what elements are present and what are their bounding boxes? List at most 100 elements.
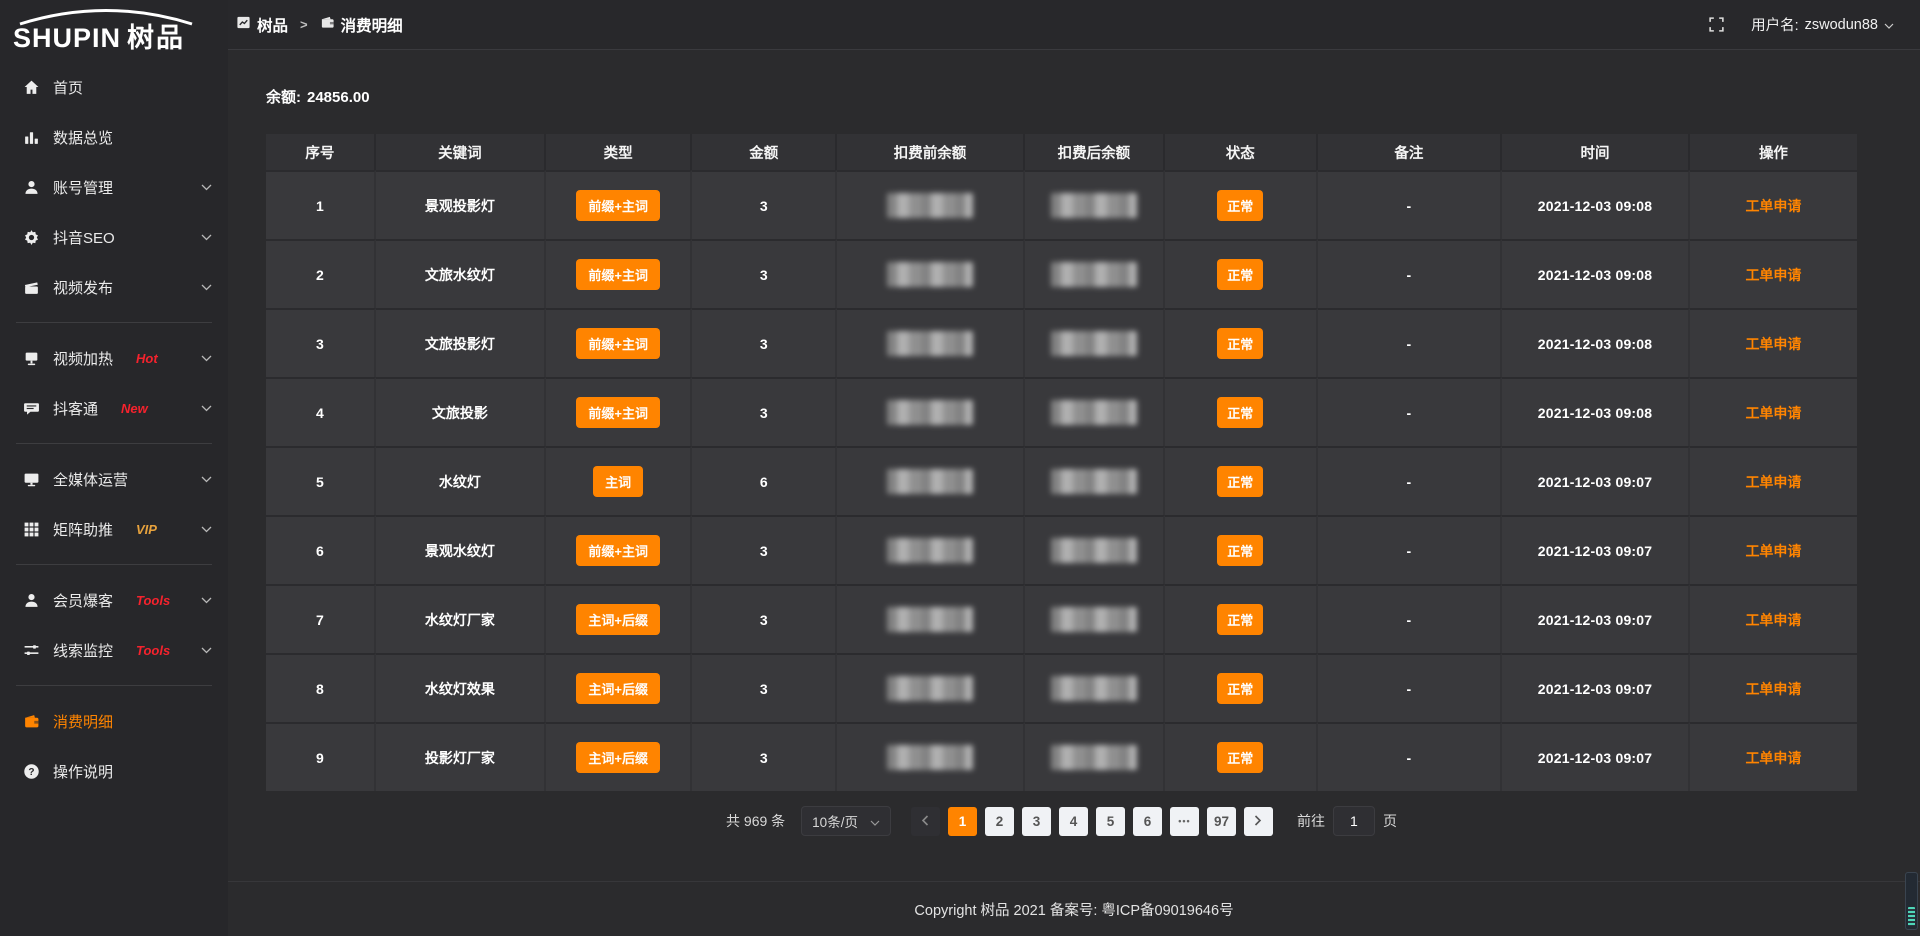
work-order-link[interactable]: 工单申请 [1745, 681, 1801, 697]
sidebar-item-consumption-detail[interactable]: 消费明细 [0, 696, 228, 746]
cell-balance-before [837, 515, 1025, 584]
page-button-3[interactable]: 3 [1022, 807, 1051, 836]
cell-balance-before [837, 446, 1025, 515]
cell-remark: - [1318, 584, 1503, 653]
sidebar-item-account-management[interactable]: 账号管理 [0, 162, 228, 212]
cell-remark: - [1318, 377, 1503, 446]
page-button-5[interactable]: 5 [1096, 807, 1125, 836]
cell-amount: 3 [692, 170, 837, 239]
sidebar-item-instructions[interactable]: ? 操作说明 [0, 746, 228, 796]
sidebar-item-matrix-boost[interactable]: 矩阵助推 VIP [0, 504, 228, 554]
sidebar-item-label: 操作说明 [53, 761, 113, 782]
next-page-button[interactable] [1244, 807, 1273, 836]
hot-badge: Hot [136, 351, 158, 366]
chevron-down-icon [201, 284, 212, 291]
type-badge: 主词+后缀 [576, 673, 660, 704]
breadcrumb-item-shupin[interactable]: 树品 [236, 14, 288, 36]
page-ellipsis-button[interactable]: ••• [1170, 807, 1199, 836]
breadcrumb: 树品 > 消费明细 [236, 14, 403, 36]
masked-balance-before [887, 469, 973, 494]
page-button-4[interactable]: 4 [1059, 807, 1088, 836]
sidebar-divider [16, 322, 212, 323]
masked-balance-before [887, 676, 973, 701]
cell-action: 工单申请 [1690, 653, 1857, 722]
cell-keyword: 文旅水纹灯 [376, 239, 546, 308]
sidebar-item-data-overview[interactable]: 数据总览 [0, 112, 228, 162]
pagination-total: 共 969 条 [726, 811, 785, 831]
cell-action: 工单申请 [1690, 239, 1857, 308]
brand-logo[interactable]: SHUPIN树品 [0, 0, 228, 62]
type-badge: 主词+后缀 [576, 604, 660, 635]
home-icon [22, 79, 40, 96]
cell-balance-before [837, 170, 1025, 239]
topbar: 树品 > 消费明细 用户名: zswodun88 [228, 0, 1920, 50]
cell-type: 主词+后缀 [546, 722, 692, 791]
sidebar: SHUPIN树品 首页 数据总览 账号管理 抖音SEO [0, 0, 228, 936]
page-button-6[interactable]: 6 [1133, 807, 1162, 836]
wallet-icon [22, 713, 40, 730]
work-order-link[interactable]: 工单申请 [1745, 612, 1801, 628]
goto-page-input[interactable] [1333, 806, 1375, 836]
sidebar-item-video-publish[interactable]: 视频发布 [0, 262, 228, 312]
cell-type: 前缀+主词 [546, 515, 692, 584]
work-order-link[interactable]: 工单申请 [1745, 405, 1801, 421]
status-badge: 正常 [1217, 535, 1263, 566]
question-icon: ? [22, 763, 40, 780]
goto-label: 前往 [1297, 811, 1325, 831]
cell-type: 主词 [546, 446, 692, 515]
work-order-link[interactable]: 工单申请 [1745, 750, 1801, 766]
page-button-2[interactable]: 2 [985, 807, 1014, 836]
logo-text: SHUPIN树品 [13, 16, 185, 55]
masked-balance-after [1051, 331, 1137, 356]
cell-status: 正常 [1165, 308, 1318, 377]
sidebar-item-member-baoke[interactable]: 会员爆客 Tools [0, 575, 228, 625]
cell-amount: 3 [692, 653, 837, 722]
cell-balance-before [837, 584, 1025, 653]
cell-type: 主词+后缀 [546, 653, 692, 722]
breadcrumb-item-consumption[interactable]: 消费明细 [320, 14, 403, 36]
type-badge: 主词 [593, 466, 643, 497]
sidebar-item-all-media-operation[interactable]: 全媒体运营 [0, 454, 228, 504]
sidebar-item-home[interactable]: 首页 [0, 62, 228, 112]
col-header-remark: 备注 [1318, 134, 1503, 170]
page-size-select[interactable]: 10条/页 [801, 806, 891, 836]
type-badge: 前缀+主词 [576, 535, 660, 566]
work-order-link[interactable]: 工单申请 [1745, 474, 1801, 490]
table-row: 9 投影灯厂家 主词+后缀 3 正常 - 2021-12-03 09:07 工单… [266, 722, 1857, 791]
work-order-link[interactable]: 工单申请 [1745, 336, 1801, 352]
prev-page-button[interactable] [911, 807, 940, 836]
app-root: SHUPIN树品 首页 数据总览 账号管理 抖音SEO [0, 0, 1920, 936]
sidebar-item-lead-monitor[interactable]: 线索监控 Tools [0, 625, 228, 675]
goto-page: 前往 页 [1297, 806, 1397, 836]
cell-index: 5 [266, 446, 376, 515]
user-menu[interactable]: 用户名: zswodun88 [1751, 14, 1894, 35]
table-row: 2 文旅水纹灯 前缀+主词 3 正常 - 2021-12-03 09:08 工单… [266, 239, 1857, 308]
page-button-97[interactable]: 97 [1207, 807, 1236, 836]
masked-balance-after [1051, 607, 1137, 632]
fullscreen-icon[interactable] [1708, 16, 1725, 33]
sidebar-item-video-heat[interactable]: 视频加热 Hot [0, 333, 228, 383]
cell-remark: - [1318, 308, 1503, 377]
cell-time: 2021-12-03 09:07 [1502, 722, 1690, 791]
work-order-link[interactable]: 工单申请 [1745, 267, 1801, 283]
work-order-link[interactable]: 工单申请 [1745, 198, 1801, 214]
page-button-1[interactable]: 1 [948, 807, 977, 836]
sidebar-item-douyin-seo[interactable]: 抖音SEO [0, 212, 228, 262]
status-badge: 正常 [1217, 466, 1263, 497]
cell-time: 2021-12-03 09:07 [1502, 446, 1690, 515]
type-badge: 前缀+主词 [576, 190, 660, 221]
status-badge: 正常 [1217, 259, 1263, 290]
work-order-link[interactable]: 工单申请 [1745, 543, 1801, 559]
sidebar-item-douketong[interactable]: 抖客通 New [0, 383, 228, 433]
breadcrumb-label: 消费明细 [341, 14, 403, 36]
cell-index: 6 [266, 515, 376, 584]
browser-extension-widget[interactable] [1905, 872, 1918, 930]
chart-board-icon [236, 15, 251, 35]
pagination: 共 969 条 10条/页 1 2 3 4 5 6 ••• 97 前往 页 [266, 806, 1857, 836]
cell-balance-after [1025, 446, 1165, 515]
masked-balance-before [887, 193, 973, 218]
cell-balance-before [837, 653, 1025, 722]
cell-status: 正常 [1165, 377, 1318, 446]
col-header-action: 操作 [1690, 134, 1857, 170]
username: zswodun88 [1805, 17, 1878, 33]
